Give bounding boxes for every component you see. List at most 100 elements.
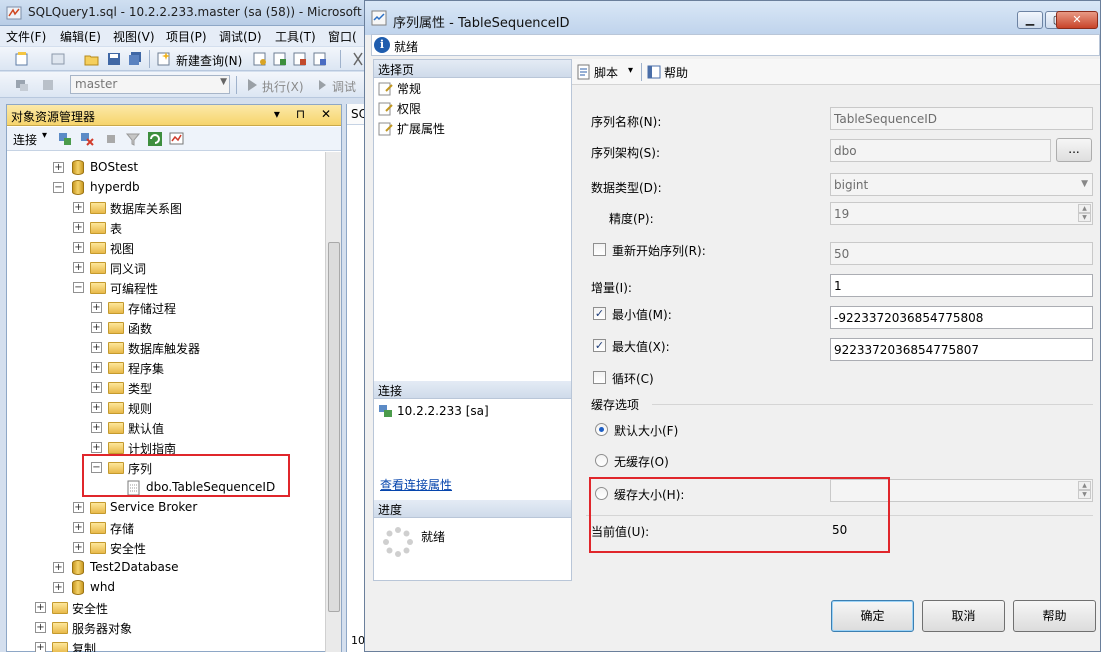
new-query-icon[interactable] xyxy=(156,51,172,67)
precision-field[interactable]: 19 ▲ ▼ xyxy=(830,202,1093,225)
menu-view[interactable]: 视图(V) xyxy=(113,28,155,45)
restart-value-field[interactable]: 50 xyxy=(830,242,1093,265)
expand-icon[interactable]: + xyxy=(35,602,46,613)
menu-debug[interactable]: 调试(D) xyxy=(219,28,262,45)
cancel-button[interactable]: 取消 xyxy=(922,600,1005,632)
minimum-value-field[interactable]: -9223372036854775808 xyxy=(830,306,1093,329)
object-explorer-scrollbar[interactable] xyxy=(325,152,341,652)
view-connection-properties-link[interactable]: 查看连接属性 xyxy=(380,476,452,493)
new-project-icon[interactable] xyxy=(14,51,30,67)
available-databases-select[interactable]: master ▼ xyxy=(70,75,230,94)
script-button[interactable]: 脚本 xyxy=(594,64,618,81)
help-toolbar-button[interactable]: 帮助 xyxy=(664,64,688,81)
connect-server-icon[interactable] xyxy=(57,131,73,147)
expand-icon[interactable]: + xyxy=(91,302,102,313)
menu-project[interactable]: 项目(P) xyxy=(166,28,207,45)
menu-tools[interactable]: 工具(T) xyxy=(275,28,316,45)
expand-icon[interactable]: + xyxy=(91,342,102,353)
help-button[interactable]: 帮助 xyxy=(1013,600,1096,632)
debug-button[interactable]: 调试 xyxy=(332,78,356,95)
minimize-button[interactable]: ▁ xyxy=(1017,11,1043,29)
filter-icon[interactable] xyxy=(125,131,141,147)
folder-icon xyxy=(108,442,124,454)
expand-icon[interactable]: + xyxy=(91,382,102,393)
expand-icon[interactable]: + xyxy=(73,522,84,533)
collapse-icon[interactable]: − xyxy=(53,182,64,193)
menu-window[interactable]: 窗口( xyxy=(328,28,357,45)
page-extended-properties[interactable]: 扩展属性 xyxy=(378,120,445,137)
expand-icon[interactable]: + xyxy=(73,242,84,253)
open-file-icon[interactable] xyxy=(84,51,100,67)
expand-icon[interactable]: + xyxy=(73,222,84,233)
activity-monitor-icon[interactable] xyxy=(169,131,185,147)
expand-icon[interactable]: + xyxy=(91,442,102,453)
precision-spinner[interactable]: ▲ ▼ xyxy=(1078,204,1091,223)
execute-button[interactable]: 执行(X) xyxy=(262,78,304,95)
expand-icon[interactable]: + xyxy=(53,582,64,593)
scrollbar-thumb[interactable] xyxy=(328,242,340,612)
analysis-query-icon[interactable] xyxy=(272,51,288,67)
expand-icon[interactable]: + xyxy=(73,542,84,553)
cache-default-radio[interactable] xyxy=(595,423,608,436)
maximum-value-checkbox[interactable]: ✓ xyxy=(593,339,606,352)
expand-icon[interactable]: + xyxy=(53,562,64,573)
save-icon[interactable] xyxy=(106,51,122,67)
expand-icon[interactable]: + xyxy=(35,642,46,652)
object-explorer-connect-icon[interactable] xyxy=(14,77,30,93)
disconnect-icon[interactable] xyxy=(79,131,95,147)
maximum-value-field[interactable]: 9223372036854775807 xyxy=(830,338,1093,361)
debug-icon[interactable] xyxy=(314,77,330,93)
save-all-icon[interactable] xyxy=(127,51,143,67)
close-button[interactable]: ✕ xyxy=(1056,11,1098,29)
expand-icon[interactable]: + xyxy=(91,402,102,413)
cycle-checkbox[interactable] xyxy=(593,371,606,384)
change-connection-icon[interactable] xyxy=(40,77,56,93)
data-type-select[interactable]: bigint ▼ xyxy=(830,173,1093,196)
collapse-icon[interactable]: − xyxy=(73,282,84,293)
mdx-query-icon[interactable] xyxy=(292,51,308,67)
page-general[interactable]: 常规 xyxy=(378,80,421,97)
spin-down-icon[interactable]: ▼ xyxy=(1078,490,1091,499)
execute-icon[interactable] xyxy=(244,77,260,93)
spin-up-icon[interactable]: ▲ xyxy=(1078,204,1091,213)
expand-icon[interactable]: + xyxy=(73,202,84,213)
expand-icon[interactable]: + xyxy=(73,262,84,273)
minimum-value-checkbox[interactable]: ✓ xyxy=(593,307,606,320)
refresh-icon[interactable] xyxy=(147,131,163,147)
schema-browse-button[interactable]: ... xyxy=(1056,138,1092,162)
server-connection-icon xyxy=(379,405,392,417)
tree-node-label: 表 xyxy=(110,222,123,236)
restart-sequence-checkbox[interactable] xyxy=(593,243,606,256)
page-permissions[interactable]: 权限 xyxy=(378,100,421,117)
panel-window-buttons[interactable]: ▾ ⊓ ✕ xyxy=(274,107,337,121)
menu-file[interactable]: 文件(F) xyxy=(6,28,46,45)
ok-button[interactable]: 确定 xyxy=(831,600,914,632)
script-dropdown-chevron-icon[interactable]: ▾ xyxy=(628,65,633,76)
database-engine-query-icon[interactable] xyxy=(252,51,268,67)
expand-icon[interactable]: + xyxy=(53,162,64,173)
cache-size-spinner[interactable]: ▲ ▼ xyxy=(1078,481,1091,500)
new-query-button[interactable]: 新建查询(N) xyxy=(176,52,242,69)
chevron-down-icon[interactable]: ▾ xyxy=(42,130,47,141)
connect-dropdown[interactable]: 连接 xyxy=(13,131,37,148)
stop-icon[interactable] xyxy=(103,131,119,147)
expand-icon[interactable]: + xyxy=(91,322,102,333)
group-divider xyxy=(652,404,1093,405)
sequence-name-field[interactable]: TableSequenceID xyxy=(830,107,1093,130)
expand-icon[interactable]: + xyxy=(73,502,84,513)
add-item-icon[interactable] xyxy=(50,51,66,67)
spin-down-icon[interactable]: ▼ xyxy=(1078,213,1091,222)
tree-node-label: whd xyxy=(90,580,116,594)
chevron-down-icon: ▼ xyxy=(220,77,227,87)
expand-icon[interactable]: + xyxy=(91,422,102,433)
menu-edit[interactable]: 编辑(E) xyxy=(60,28,101,45)
expand-icon[interactable]: + xyxy=(35,622,46,633)
spin-up-icon[interactable]: ▲ xyxy=(1078,481,1091,490)
sequence-schema-field[interactable]: dbo xyxy=(830,139,1051,162)
script-icon[interactable] xyxy=(576,64,592,80)
help-book-icon[interactable] xyxy=(646,64,662,80)
no-cache-radio[interactable] xyxy=(595,454,608,467)
expand-icon[interactable]: + xyxy=(91,362,102,373)
increment-field[interactable]: 1 xyxy=(830,274,1093,297)
xmla-query-icon[interactable] xyxy=(312,51,328,67)
